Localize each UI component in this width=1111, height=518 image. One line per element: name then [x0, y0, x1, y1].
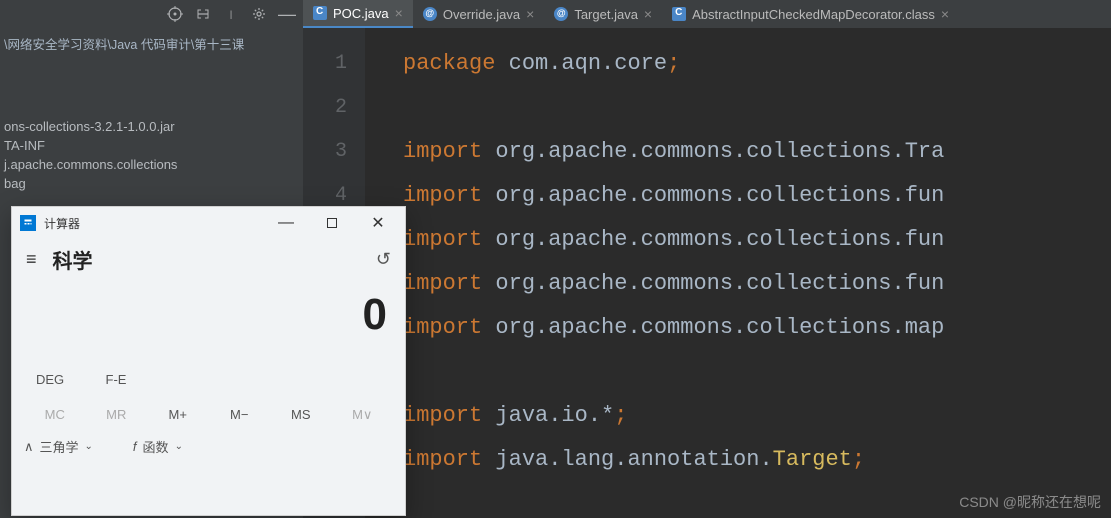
code-content[interactable]: package com.aqn.core; import org.apache.… — [365, 28, 1111, 518]
line-number: 2 — [303, 86, 347, 130]
tab-target[interactable]: Target.java × — [544, 0, 662, 28]
close-icon[interactable]: × — [526, 6, 534, 22]
mplus-button[interactable]: M+ — [147, 397, 209, 433]
tab-poc[interactable]: POC.java × — [303, 0, 413, 28]
minimize-icon[interactable]: — — [277, 4, 297, 24]
fe-button[interactable]: F-E — [94, 362, 164, 397]
mminus-button[interactable]: M− — [209, 397, 271, 433]
line-number: 3 — [303, 130, 347, 174]
tab-label: AbstractInputCheckedMapDecorator.class — [692, 7, 935, 22]
history-icon[interactable]: ↺ — [376, 249, 391, 270]
close-icon[interactable]: × — [644, 6, 652, 22]
trig-button[interactable]: ∧三角学⌄ — [24, 437, 93, 456]
separator-icon: | — [221, 4, 241, 24]
tree-item[interactable]: j.apache.commons.collections — [0, 155, 303, 174]
maximize-button[interactable] — [309, 207, 355, 239]
calculator-title: 计算器 — [44, 215, 263, 232]
calculator-icon — [20, 215, 36, 231]
gear-icon[interactable] — [249, 4, 269, 24]
editor-tabs: POC.java × Override.java × Target.java × Ab… — [303, 0, 1111, 28]
tab-override[interactable]: Override.java × — [413, 0, 545, 28]
code-editor[interactable]: 1 2 3 4 package com.aqn.core; import org… — [303, 28, 1111, 518]
mr-button[interactable]: MR — [86, 397, 148, 433]
mc-button[interactable]: MC — [24, 397, 86, 433]
breadcrumb[interactable]: \网络安全学习资料\Java 代码审计\第十三课 — [0, 28, 303, 59]
calculator-mode: 科学 — [53, 245, 360, 274]
tree-item[interactable]: bag — [0, 174, 303, 193]
expand-icon[interactable] — [193, 4, 213, 24]
annotation-icon — [554, 7, 568, 21]
tab-abstract[interactable]: AbstractInputCheckedMapDecorator.class × — [662, 0, 959, 28]
minimize-button[interactable]: — — [263, 207, 309, 239]
hamburger-icon[interactable]: ≡ — [26, 249, 37, 270]
watermark: CSDN @昵称还在想呢 — [959, 492, 1101, 512]
func-button[interactable]: f函数⌄ — [133, 437, 183, 456]
calculator-titlebar[interactable]: 计算器 — ✕ — [12, 207, 405, 239]
ms-button[interactable]: MS — [270, 397, 332, 433]
close-icon[interactable]: × — [395, 5, 403, 21]
class-icon — [313, 6, 327, 20]
close-button[interactable]: ✕ — [355, 207, 401, 239]
line-number: 1 — [303, 42, 347, 86]
target-icon[interactable] — [165, 4, 185, 24]
class-icon — [672, 7, 686, 21]
annotation-icon — [423, 7, 437, 21]
mdrop-button[interactable]: M∨ — [332, 397, 394, 433]
tree-item[interactable]: ons-collections-3.2.1-1.0.0.jar — [0, 117, 303, 136]
close-icon[interactable]: × — [941, 6, 949, 22]
tab-label: Target.java — [574, 7, 638, 22]
tree-item[interactable]: TA-INF — [0, 136, 303, 155]
tab-label: POC.java — [333, 6, 389, 21]
deg-button[interactable]: DEG — [24, 362, 94, 397]
calculator-display: 0 — [12, 280, 405, 362]
calculator-window: 计算器 — ✕ ≡ 科学 ↺ 0 DEG F-E MC MR M+ M− MS … — [11, 206, 406, 516]
tab-label: Override.java — [443, 7, 520, 22]
